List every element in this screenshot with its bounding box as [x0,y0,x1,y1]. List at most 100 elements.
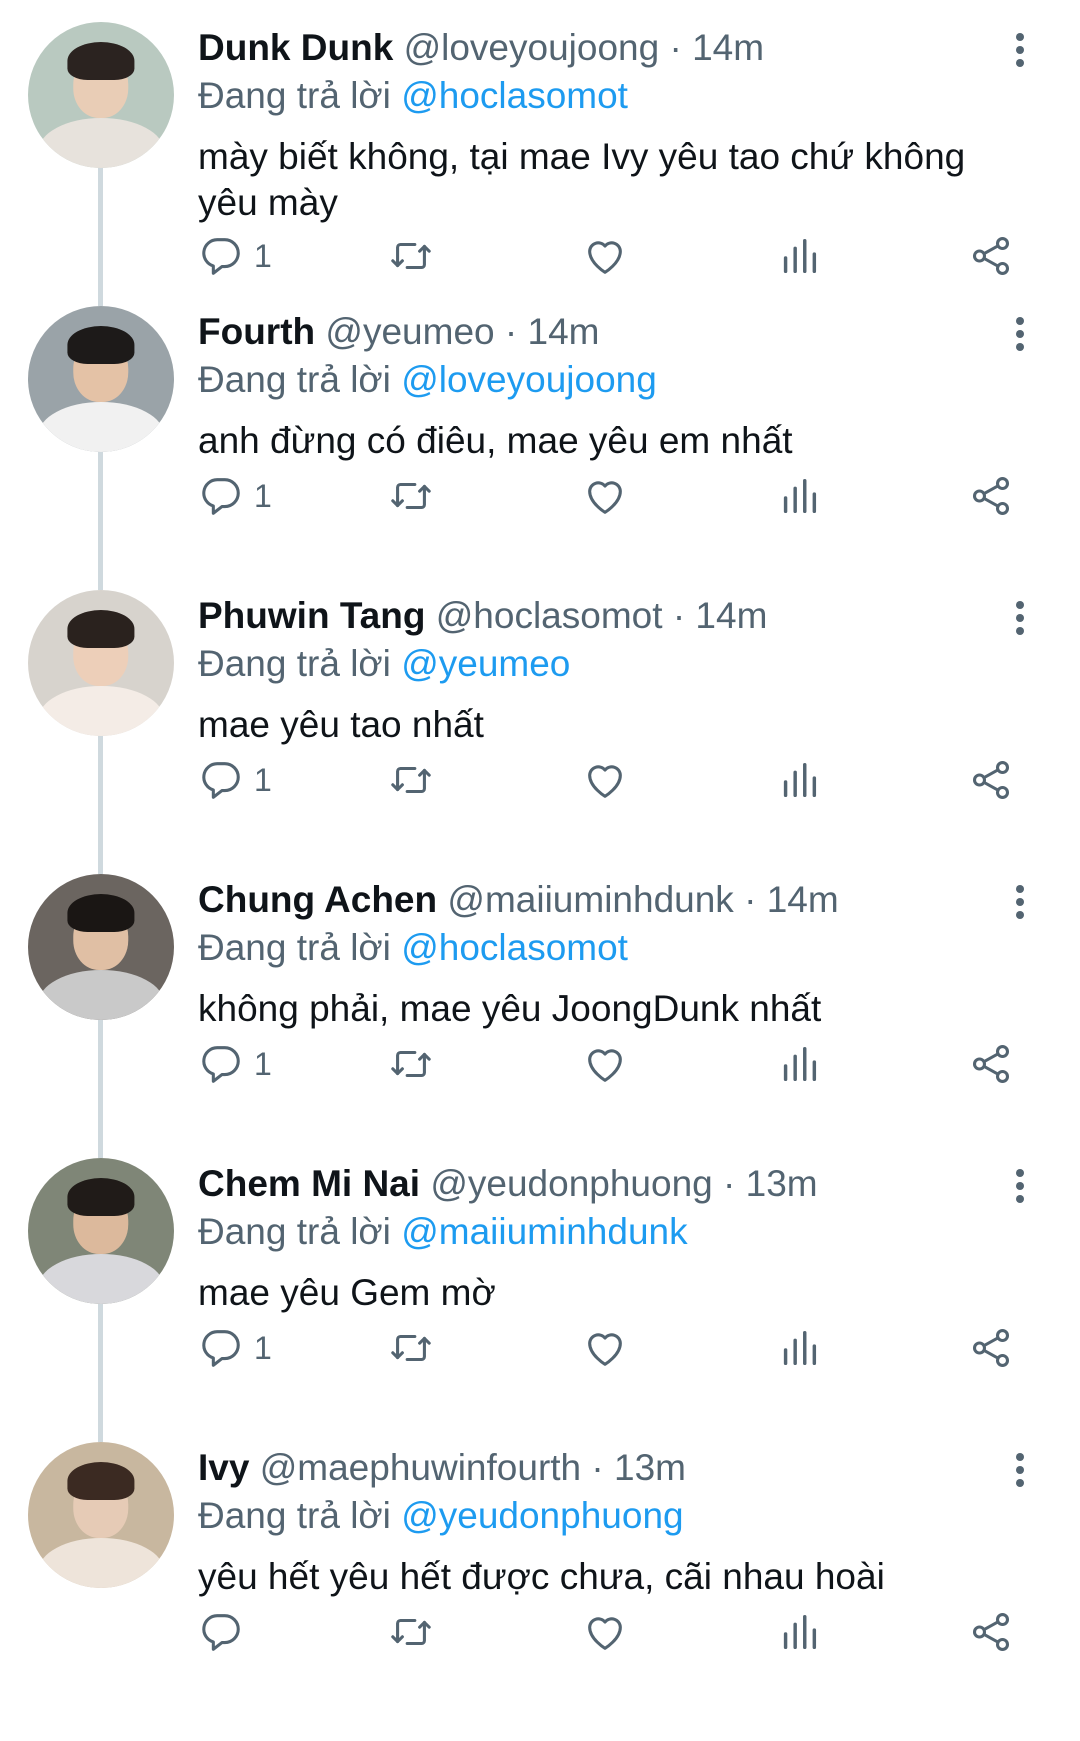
replying-to: Đang trả lời @yeudonphuong [198,1494,684,1538]
timestamp[interactable]: · 14m [505,311,600,352]
avatar[interactable] [28,1158,174,1304]
user-handle[interactable]: @maephuwinfourth [260,1447,581,1488]
like-button[interactable] [582,1324,628,1372]
heart-icon [588,241,622,274]
display-name[interactable]: Dunk Dunk [198,27,393,68]
avatar[interactable] [28,590,174,736]
share-button[interactable] [968,1324,1014,1372]
replying-to-label: Đang trả lời [198,359,391,400]
tweet[interactable]: Chung Achen @maiiuminhdunk · 14m Đang tr… [0,852,1080,1158]
display-name[interactable]: Ivy [198,1447,249,1488]
reply-button[interactable]: 1 [198,1324,272,1372]
replying-to-label: Đang trả lời [198,1495,391,1536]
avatar[interactable] [28,874,174,1020]
views-button[interactable] [776,1040,822,1088]
timestamp[interactable]: · 14m [669,27,764,68]
user-handle[interactable]: @maiiuminhdunk [447,879,733,920]
views-icon [783,478,817,514]
tweet-header: Chem Mi Nai @yeudonphuong · 13m [198,1162,818,1206]
retweet-icon [391,766,431,794]
retweet-button[interactable] [388,1608,434,1656]
display-name[interactable]: Fourth [198,311,315,352]
views-button[interactable] [776,756,822,804]
reply-button[interactable]: 1 [198,232,272,280]
reply-button[interactable]: 1 [198,472,272,520]
more-options-button[interactable] [1002,1450,1038,1490]
retweet-button[interactable] [388,1324,434,1372]
more-options-button[interactable] [1002,598,1038,638]
reply-icon [202,478,240,515]
retweet-button[interactable] [388,472,434,520]
user-handle[interactable]: @loveyoujoong [404,27,660,68]
avatar-hair [67,1178,135,1217]
avatar[interactable] [28,1442,174,1588]
like-button[interactable] [582,472,628,520]
views-button[interactable] [776,472,822,520]
reply-thread: Dunk Dunk @loveyoujoong · 14m Đang trả l… [0,0,1080,1741]
views-button[interactable] [776,1324,822,1372]
avatar-hair [67,610,135,649]
display-name[interactable]: Chung Achen [198,879,437,920]
display-name[interactable]: Chem Mi Nai [198,1163,420,1204]
avatar[interactable] [28,22,174,168]
avatar-body [38,970,164,1020]
more-dot [1016,1169,1024,1177]
views-button[interactable] [776,232,822,280]
retweet-icon [391,1334,431,1362]
replying-to: Đang trả lời @yeumeo [198,642,570,686]
share-button[interactable] [968,756,1014,804]
tweet[interactable]: Fourth @yeumeo · 14m Đang trả lời @lovey… [0,284,1080,590]
views-icon [783,1046,817,1082]
replying-to-handle[interactable]: @maiiuminhdunk [401,1211,687,1252]
retweet-button[interactable] [388,232,434,280]
like-button[interactable] [582,232,628,280]
avatar[interactable] [28,306,174,452]
retweet-button[interactable] [388,756,434,804]
replying-to: Đang trả lời @loveyoujoong [198,358,657,402]
like-button[interactable] [582,756,628,804]
action-bar [198,1608,1038,1656]
more-options-button[interactable] [1002,30,1038,70]
replying-to-label: Đang trả lời [198,75,391,116]
share-button[interactable] [968,472,1014,520]
replying-to-handle[interactable]: @hoclasomot [401,927,628,968]
more-dot [1016,1466,1024,1474]
share-button[interactable] [968,1608,1014,1656]
user-handle[interactable]: @yeumeo [325,311,494,352]
timestamp[interactable]: · 14m [673,595,768,636]
tweet[interactable]: Phuwin Tang @hoclasomot · 14m Đang trả l… [0,568,1080,874]
replying-to-handle[interactable]: @yeudonphuong [401,1495,683,1536]
replying-to-handle[interactable]: @loveyoujoong [401,359,657,400]
replying-to-handle[interactable]: @hoclasomot [401,75,628,116]
share-button[interactable] [968,1040,1014,1088]
like-button[interactable] [582,1040,628,1088]
share-icon [972,1045,1010,1083]
avatar-hair [67,894,135,933]
display-name[interactable]: Phuwin Tang [198,595,425,636]
tweet-text: mày biết không, tại mae Ivy yêu tao chứ … [198,136,966,223]
tweet-text: mae yêu Gem mờ [198,1272,496,1313]
like-button[interactable] [582,1608,628,1656]
views-button[interactable] [776,1608,822,1656]
heart-icon [588,765,622,798]
avatar-hair [67,326,135,365]
retweet-button[interactable] [388,1040,434,1088]
user-handle[interactable]: @yeudonphuong [430,1163,712,1204]
more-options-button[interactable] [1002,882,1038,922]
share-button[interactable] [968,232,1014,280]
more-options-button[interactable] [1002,1166,1038,1206]
reply-button[interactable]: 1 [198,1040,272,1088]
retweet-icon [391,242,431,270]
more-options-button[interactable] [1002,314,1038,354]
user-handle[interactable]: @hoclasomot [436,595,663,636]
reply-button[interactable]: 1 [198,756,272,804]
timestamp[interactable]: · 13m [591,1447,686,1488]
tweet[interactable]: Chem Mi Nai @yeudonphuong · 13m Đang trả… [0,1136,1080,1442]
tweet[interactable]: Ivy @maephuwinfourth · 13m Đang trả lời … [0,1420,1080,1704]
timestamp[interactable]: · 14m [744,879,839,920]
replying-to-handle[interactable]: @yeumeo [401,643,570,684]
replying-to-label: Đang trả lời [198,1211,391,1252]
reply-button[interactable] [198,1608,254,1656]
tweet[interactable]: Dunk Dunk @loveyoujoong · 14m Đang trả l… [0,0,1080,306]
timestamp[interactable]: · 13m [723,1163,818,1204]
